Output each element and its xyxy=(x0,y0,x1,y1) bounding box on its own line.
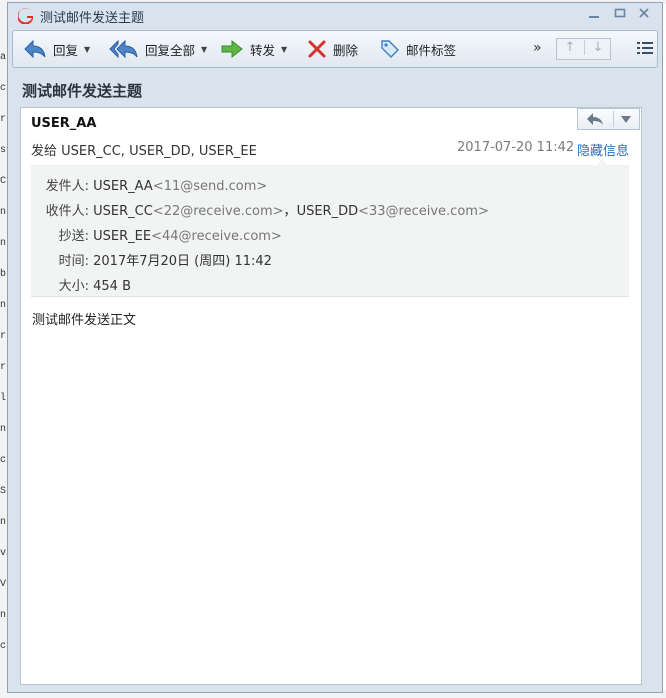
background-text-fragment: s xyxy=(0,145,7,156)
reply-arrow-icon xyxy=(24,39,46,59)
background-text-fragment: r xyxy=(0,331,7,342)
minimize-button[interactable] xyxy=(585,7,603,25)
reply-all-label: 回复全部 xyxy=(145,42,196,58)
reply-label: 回复 xyxy=(53,42,79,58)
chevron-down-icon[interactable] xyxy=(620,115,632,125)
header-details: 发件人: USER_AA<11@send.com> 收件人: USER_CC<2… xyxy=(31,165,629,297)
reply-button[interactable]: 回复 ▼ xyxy=(23,38,90,60)
forward-button[interactable]: 转发 ▼ xyxy=(220,38,287,60)
background-text-fragment: S xyxy=(0,486,7,497)
time-row: 时间: 2017年7月20日 (周四) 11:42 xyxy=(31,250,272,269)
maximize-button[interactable] xyxy=(611,7,629,25)
size-label: 大小: xyxy=(58,279,89,294)
background-text-fragment: V xyxy=(0,579,7,590)
background-text-fragment: c xyxy=(0,455,7,466)
background-text-fragment: n xyxy=(0,610,7,621)
more-tools-button[interactable]: » xyxy=(533,40,542,56)
message-navigation: ↑ ↓ xyxy=(556,38,611,60)
close-icon xyxy=(639,8,649,18)
previous-message-arrow-icon[interactable]: ↑ xyxy=(557,40,583,55)
time-label: 时间: xyxy=(58,254,89,269)
background-text-fragment: n xyxy=(0,207,7,218)
background-text-fragment: r xyxy=(0,114,7,125)
chevron-down-icon[interactable]: ▼ xyxy=(201,45,207,54)
size-row: 大小: 454 B xyxy=(31,275,131,294)
background-text-fragment: b xyxy=(0,269,7,280)
delete-x-icon xyxy=(308,40,326,58)
background-text-fragment: n xyxy=(0,424,7,435)
from-name[interactable]: USER_AA xyxy=(93,179,153,194)
maximize-icon xyxy=(614,8,626,18)
mail-viewer-window: 测试邮件发送主题 回复 ▼ 回复全部 ▼ 转发 ▼ 删除 邮件标签 » ↑ ↓ … xyxy=(7,2,663,693)
cc-row: 抄送: USER_EE<44@receive.com> xyxy=(31,225,282,244)
forward-arrow-icon xyxy=(221,39,243,59)
next-message-arrow-icon[interactable]: ↓ xyxy=(584,40,611,55)
message-panel: USER_AA 发给 USER_CC, USER_DD, USER_EE 201… xyxy=(20,107,642,685)
from-row: 发件人: USER_AA<11@send.com> xyxy=(31,175,268,194)
to-address[interactable]: <33@receive.com> xyxy=(358,204,489,219)
mail-subject: 测试邮件发送主题 xyxy=(22,82,143,100)
reply-arrow-icon[interactable] xyxy=(586,112,604,126)
reply-all-arrow-icon xyxy=(109,39,138,59)
sender-name: USER_AA xyxy=(31,116,97,131)
menu-list-icon[interactable] xyxy=(637,41,653,55)
cc-label: 抄送: xyxy=(58,229,89,244)
recipients-summary: 发给 USER_CC, USER_DD, USER_EE xyxy=(31,144,257,159)
minimize-icon xyxy=(589,16,599,18)
mail-date: 2017-07-20 11:42 xyxy=(457,140,575,155)
close-button[interactable] xyxy=(635,7,653,25)
mail-tag-label: 邮件标签 xyxy=(406,42,457,58)
size-value: 454 B xyxy=(93,279,132,294)
quick-reply-buttons xyxy=(577,108,640,130)
cc-address[interactable]: <44@receive.com> xyxy=(151,229,282,244)
forward-label: 转发 xyxy=(250,42,276,58)
divider xyxy=(613,111,614,127)
title-bar[interactable]: 测试邮件发送主题 xyxy=(8,3,662,29)
background-text-fragment: n xyxy=(0,300,7,311)
delete-button[interactable]: 删除 xyxy=(307,38,358,60)
cc-name[interactable]: USER_EE xyxy=(93,229,151,244)
to-name[interactable]: USER_DD xyxy=(297,204,359,219)
mail-tag-button[interactable]: 邮件标签 xyxy=(380,38,456,60)
background-text-fragment: n xyxy=(0,517,7,528)
reply-all-button[interactable]: 回复全部 ▼ xyxy=(109,38,207,60)
background-text-fragment: c xyxy=(0,83,7,94)
delete-label: 删除 xyxy=(333,42,359,58)
to-name[interactable]: USER_CC xyxy=(93,204,153,219)
to-separator: ， xyxy=(283,204,297,219)
hide-info-link[interactable]: 隐藏信息 xyxy=(577,140,629,159)
chevron-down-icon[interactable]: ▼ xyxy=(84,45,90,54)
background-text-fragment: c xyxy=(0,641,7,652)
mail-toolbar: 回复 ▼ 回复全部 ▼ 转发 ▼ 删除 邮件标签 » ↑ ↓ xyxy=(12,30,658,68)
window-title: 测试邮件发送主题 xyxy=(40,11,145,26)
mail-body: 测试邮件发送正文 xyxy=(32,313,137,328)
app-logo-icon xyxy=(18,8,33,24)
background-text-fragment: l xyxy=(0,393,7,404)
tag-icon xyxy=(381,40,399,58)
background-text-fragment: C xyxy=(0,176,7,187)
background-text-fragment: r xyxy=(0,362,7,373)
to-row: 收件人: USER_CC<22@receive.com>，USER_DD<33@… xyxy=(31,200,489,219)
background-text-fragment: n xyxy=(0,238,7,249)
chevron-down-icon[interactable]: ▼ xyxy=(281,45,287,54)
from-address[interactable]: <11@send.com> xyxy=(153,179,268,194)
background-text-fragment: a xyxy=(0,52,7,63)
time-value: 2017年7月20日 (周四) 11:42 xyxy=(93,254,272,269)
to-address[interactable]: <22@receive.com> xyxy=(153,204,284,219)
to-label: 收件人: xyxy=(45,204,89,219)
from-label: 发件人: xyxy=(45,179,89,194)
